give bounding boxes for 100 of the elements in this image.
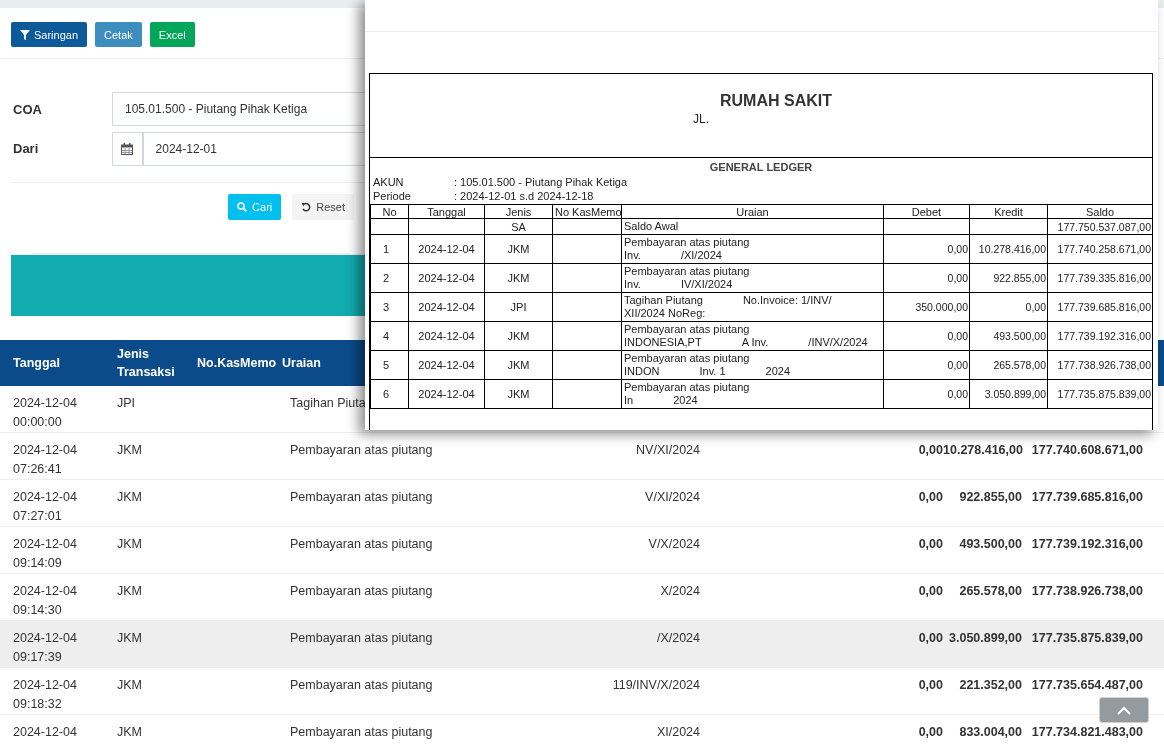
table-cell-text: 2024-12-04 09:17:39 — [12, 630, 78, 666]
table-cell: 177.739.685.816,00 — [1031, 490, 1143, 504]
meta-value: : 2024-12-01 s.d 2024-12-18 — [454, 189, 594, 203]
column-header: Tanggal — [12, 355, 61, 372]
table-cell-text: 2024-12-04 09:14:30 — [12, 583, 78, 619]
table-cell: 0,00 — [883, 321, 970, 351]
column-header: Jenis Transaksi — [117, 346, 176, 381]
table-cell-text: Pembayaran atas piutang — [290, 489, 433, 506]
column-header: No KasMemo — [552, 204, 622, 219]
hospital-name: RUMAH SAKIT — [720, 92, 832, 110]
table-cell-text: 2024-12-04 00:00:00 — [12, 395, 78, 431]
column-header: Saldo — [1047, 204, 1153, 219]
table-cell-text: V/XI/2024 — [645, 489, 700, 506]
table-cell: 177.740.258.671,00 — [1047, 234, 1153, 264]
calendar-addon[interactable] — [112, 132, 143, 166]
filter-button[interactable]: Saringan — [11, 22, 88, 47]
print-button[interactable]: Cetak — [95, 22, 142, 47]
table-cell: 177.735.875.839,00 — [1031, 631, 1143, 645]
reset-button[interactable]: Reset — [292, 194, 354, 220]
description-text: INDON — [624, 365, 660, 378]
column-header: Kredit — [969, 204, 1048, 219]
description-text: Pembayaran atas piutang — [624, 236, 750, 249]
description-text: /XI/2024 — [680, 249, 722, 262]
chevron-up-icon — [1117, 705, 1131, 715]
table-cell: 3.050.899,00 — [969, 379, 1048, 409]
table-cell: 2024-12-04 — [408, 234, 485, 264]
table-cell: 265.578,00 — [959, 584, 1022, 598]
table-cell-text: JKM — [117, 630, 143, 647]
description-text: Inv. 1 — [699, 365, 726, 378]
table-cell: SA — [484, 218, 553, 235]
table-cell: 1 — [370, 234, 409, 264]
description-text: 2024 — [765, 365, 791, 378]
table-cell-text: 2024-12-04 — [12, 724, 78, 741]
description-text: /INV/X/2024 — [808, 336, 868, 349]
table-cell: 0,00 — [918, 725, 943, 739]
table-cell: 350.000,00 — [883, 292, 970, 322]
table-cell-text: JKM — [117, 677, 143, 694]
table-cell-text: NV/XI/2024 — [636, 442, 700, 459]
date-field[interactable]: 2024-12-01 — [142, 132, 365, 166]
report-heading: GENERAL LEDGER — [708, 160, 814, 175]
table-cell: 177.739.192.316,00 — [1031, 537, 1143, 551]
column-header: Debet — [883, 204, 970, 219]
description-text: 2024 — [673, 394, 698, 407]
description-text: Saldo Awal — [624, 220, 679, 233]
column-header: Tanggal — [408, 204, 485, 219]
table-cell: JKM — [484, 350, 553, 380]
description-text: Pembayaran atas piutang — [624, 265, 750, 278]
table-cell: 0,00 — [969, 292, 1048, 322]
table-cell: 0,00 — [883, 263, 970, 293]
search-icon — [237, 202, 248, 212]
table-cell-text: JKM — [117, 724, 143, 741]
table-cell-text: 2024-12-04 09:14:09 — [12, 536, 78, 572]
description-text: Pembayaran atas piutang — [624, 381, 750, 394]
table-cell: 0,00 — [918, 443, 943, 457]
table-cell: 3 — [370, 292, 409, 322]
table-cell: 2024-12-04 — [408, 321, 485, 351]
table-cell: 6 — [370, 379, 409, 409]
column-header: No — [370, 204, 409, 219]
table-cell-text: JKM — [117, 536, 143, 553]
select-field[interactable]: 105.01.500 - Piutang Pihak Ketiga — [112, 92, 365, 126]
table-cell: JKM — [484, 234, 553, 264]
table-cell: 493.500,00 — [959, 537, 1022, 551]
description-text: No.Invoice: 1/INV/ — [742, 294, 832, 307]
filter-icon — [20, 29, 30, 40]
table-cell-text: X/2024 — [660, 583, 700, 600]
table-cell: 0,00 — [918, 537, 943, 551]
table-cell-text: JPI — [117, 395, 137, 412]
table-cell: 2 — [370, 263, 409, 293]
table-cell-text: Pembayaran atas piutang — [290, 630, 433, 647]
description-text: IV/XI/2024 — [680, 278, 733, 291]
column-header: Uraian — [282, 355, 321, 372]
calendar-icon — [121, 143, 134, 155]
table-cell: 5 — [370, 350, 409, 380]
table-cell-text: Pembayaran atas piutang — [290, 536, 433, 553]
table-cell: 177.734.821.483,00 — [1031, 725, 1143, 739]
column-header: Uraian — [621, 204, 884, 219]
table-cell-text: Tagihan Piuta — [290, 395, 366, 412]
table-cell-text: 2024-12-04 07:27:01 — [12, 489, 78, 525]
table-cell-text: V/X/2024 — [648, 536, 700, 553]
table-cell: 177.740.608.671,00 — [1031, 443, 1143, 457]
table-cell: 0,00 — [918, 678, 943, 692]
table-cell-text: Pembayaran atas piutang — [290, 583, 433, 600]
table-cell-text: 2024-12-04 07:26:41 — [12, 442, 78, 478]
table-cell: 3.050.899,00 — [949, 631, 1022, 645]
field-label: COA — [12, 101, 43, 117]
table-cell: 265.578,00 — [969, 350, 1048, 380]
table-cell: 2024-12-04 — [408, 379, 485, 409]
scroll-top-button[interactable] — [1099, 697, 1149, 723]
table-cell: JKM — [484, 263, 553, 293]
table-cell: 493.500,00 — [969, 321, 1048, 351]
table-cell: JKM — [484, 379, 553, 409]
description-text: Inv. — [624, 278, 641, 291]
table-cell-text: 2024-12-04 09:18:32 — [12, 677, 78, 713]
table-cell: JKM — [484, 321, 553, 351]
meta-value: : 105.01.500 - Piutang Pihak Ketiga — [454, 175, 628, 189]
table-cell: 0,00 — [883, 234, 970, 264]
table-cell: 177.750.537.087,00 — [1047, 218, 1153, 235]
table-cell: 2024-12-04 — [408, 263, 485, 293]
description-text: Inv. — [624, 249, 641, 262]
table-cell: 0,00 — [918, 584, 943, 598]
